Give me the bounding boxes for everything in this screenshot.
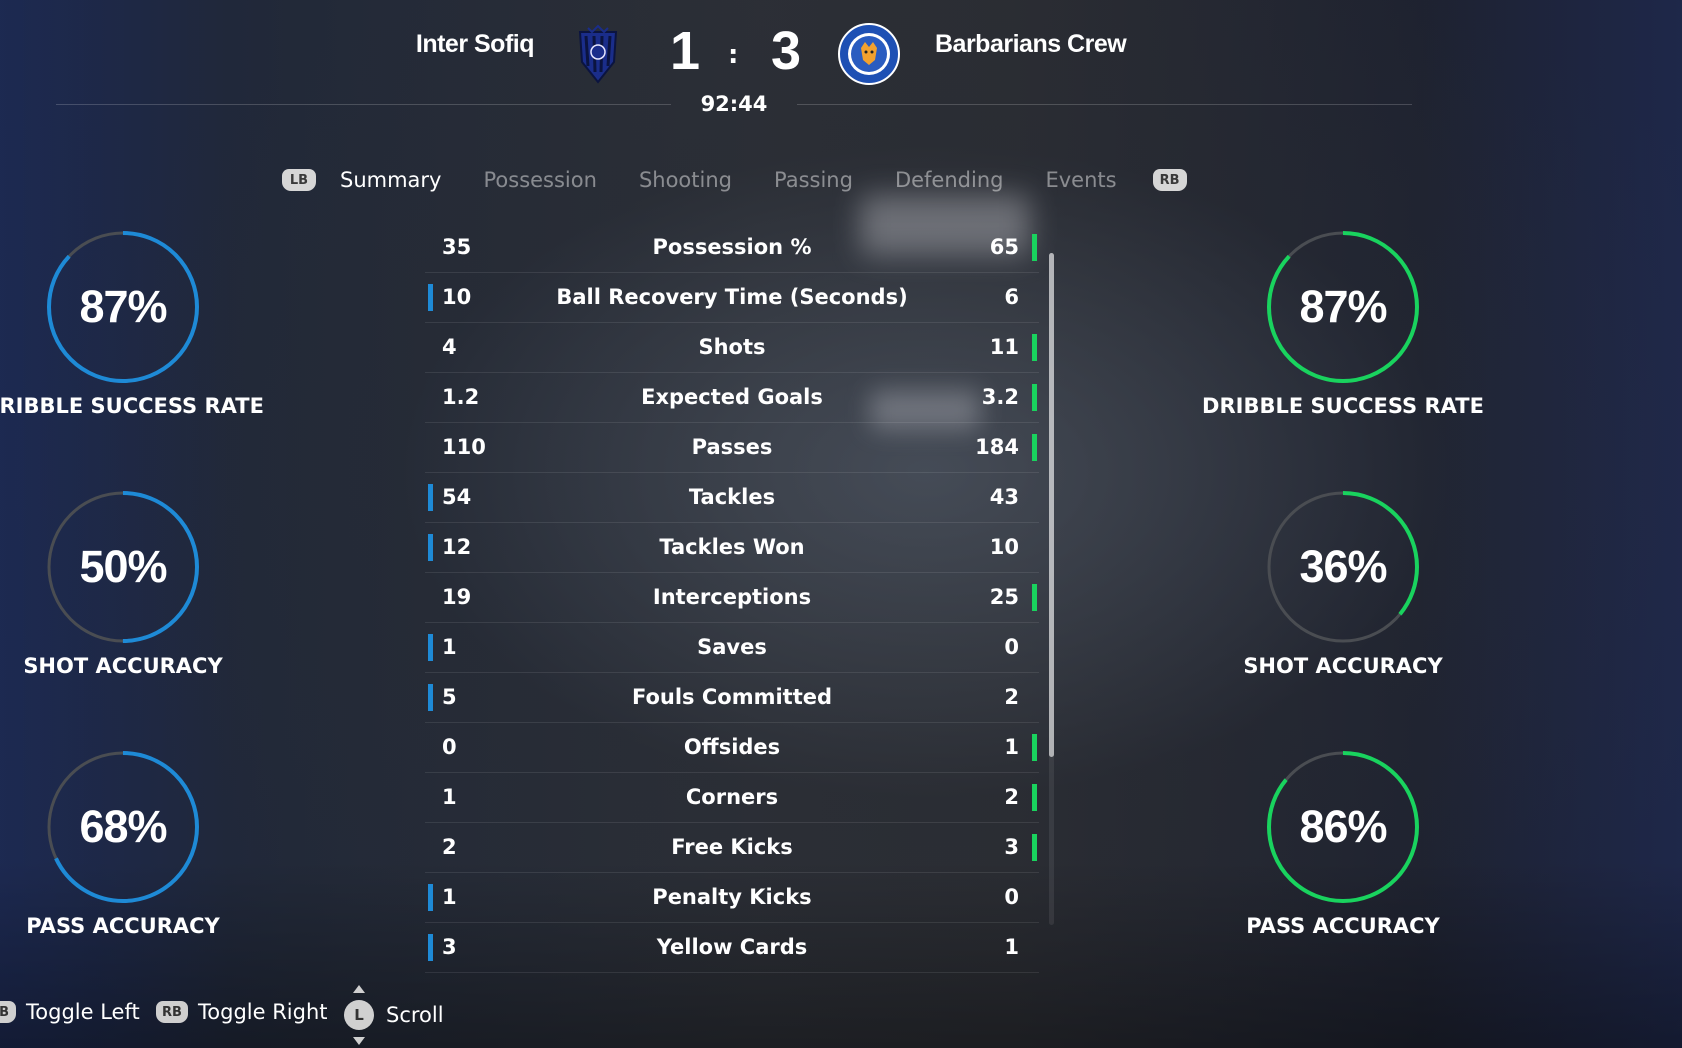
stat-label: Penalty Kicks bbox=[652, 885, 812, 909]
away-gauge: 36% bbox=[1263, 487, 1423, 647]
stat-label: Shots bbox=[698, 335, 766, 359]
home-team-crest-icon bbox=[566, 22, 630, 86]
tab-passing[interactable]: Passing bbox=[774, 168, 853, 192]
tab-shooting[interactable]: Shooting bbox=[639, 168, 732, 192]
away-stat-value: 184 bbox=[975, 435, 1019, 459]
rb-badge-icon: RB bbox=[156, 1001, 188, 1023]
toggle-left-label: Toggle Left bbox=[26, 1000, 140, 1024]
stat-row: 35 Possession % 65 bbox=[425, 223, 1039, 273]
away-score: 3 bbox=[771, 21, 802, 81]
stat-row: 3 Yellow Cards 1 bbox=[425, 923, 1039, 973]
gauge-label: SHOT ACCURACY bbox=[1243, 654, 1443, 678]
home-gauge: 68% bbox=[43, 747, 203, 907]
stat-row: 2 Free Kicks 3 bbox=[425, 823, 1039, 873]
stats-tab-bar: LB Summary Possession Shooting Passing D… bbox=[282, 160, 1187, 200]
match-clock: 92:44 bbox=[700, 92, 768, 116]
tab-summary[interactable]: Summary bbox=[340, 168, 441, 192]
tab-possession[interactable]: Possession bbox=[483, 168, 596, 192]
scroll-hint[interactable]: L Scroll bbox=[344, 985, 444, 1045]
home-score: 1 bbox=[670, 21, 701, 81]
stat-row: 19 Interceptions 25 bbox=[425, 573, 1039, 623]
stat-label: Fouls Committed bbox=[631, 685, 833, 709]
away-stat-value: 65 bbox=[989, 235, 1019, 259]
stat-label: Interceptions bbox=[652, 585, 812, 609]
score-separator: : bbox=[728, 40, 739, 70]
scroll-label: Scroll bbox=[386, 1003, 444, 1027]
rb-button-icon[interactable]: RB bbox=[1152, 169, 1187, 191]
away-stat-value: 25 bbox=[989, 585, 1019, 609]
stat-row: 1.2 Expected Goals 3.2 bbox=[425, 373, 1039, 423]
gauge-label: SHOT ACCURACY bbox=[23, 654, 223, 678]
away-stat-value: 1 bbox=[1004, 735, 1019, 759]
away-stat-value: 3 bbox=[1004, 835, 1019, 859]
toggle-left-hint[interactable]: LB Toggle Left bbox=[0, 1000, 140, 1024]
stat-row: 5 Fouls Committed 2 bbox=[425, 673, 1039, 723]
stat-row: 1 Corners 2 bbox=[425, 773, 1039, 823]
gauge-value: 87% bbox=[1299, 281, 1387, 332]
away-stat-value: 43 bbox=[989, 485, 1019, 509]
stat-label: Ball Recovery Time (Seconds) bbox=[556, 285, 908, 309]
gauge-label: DRIBBLE SUCCESS RATE bbox=[1202, 394, 1484, 418]
gauge-value: 50% bbox=[79, 541, 167, 592]
away-stat-value: 0 bbox=[1004, 885, 1019, 909]
away-team-name: Barbarians Crew bbox=[935, 30, 1127, 58]
stat-row: 4 Shots 11 bbox=[425, 323, 1039, 373]
away-stat-value: 6 bbox=[1004, 285, 1019, 309]
gauge-label: PASS ACCURACY bbox=[1246, 914, 1440, 938]
gauge-value: 87% bbox=[79, 281, 167, 332]
toggle-right-hint[interactable]: RB Toggle Right bbox=[156, 1000, 328, 1024]
stick-up-arrow-icon bbox=[353, 985, 365, 993]
stat-label: Passes bbox=[691, 435, 773, 459]
stat-label: Free Kicks bbox=[671, 835, 793, 859]
gauge-value: 36% bbox=[1299, 541, 1387, 592]
away-stat-value: 11 bbox=[989, 335, 1019, 359]
stat-row: 54 Tackles 43 bbox=[425, 473, 1039, 523]
stat-row: 0 Offsides 1 bbox=[425, 723, 1039, 773]
stat-row: 1 Penalty Kicks 0 bbox=[425, 873, 1039, 923]
left-stick-icon: L bbox=[344, 985, 374, 1045]
stat-label: Tackles Won bbox=[659, 535, 805, 559]
stat-label: Yellow Cards bbox=[656, 935, 808, 959]
away-stat-value: 2 bbox=[1004, 685, 1019, 709]
away-gauge: 86% bbox=[1263, 747, 1423, 907]
home-gauge: 50% bbox=[43, 487, 203, 647]
away-stat-value: 3.2 bbox=[981, 385, 1019, 409]
stat-label: Corners bbox=[685, 785, 779, 809]
tab-events[interactable]: Events bbox=[1045, 168, 1116, 192]
stat-label: Possession % bbox=[652, 235, 812, 259]
background-wall bbox=[1422, 0, 1682, 1048]
away-stat-value: 2 bbox=[1004, 785, 1019, 809]
stat-label: Saves bbox=[697, 635, 767, 659]
stat-row: 12 Tackles Won 10 bbox=[425, 523, 1039, 573]
stat-label: Expected Goals bbox=[641, 385, 823, 409]
stat-label: Tackles bbox=[688, 485, 776, 509]
home-gauge: 87% bbox=[43, 227, 203, 387]
stat-row: 1 Saves 0 bbox=[425, 623, 1039, 673]
away-stat-value: 0 bbox=[1004, 635, 1019, 659]
left-stick-letter: L bbox=[354, 1006, 364, 1024]
gauge-label: DRIBBLE SUCCESS RATE bbox=[0, 394, 264, 418]
tab-defending[interactable]: Defending bbox=[895, 168, 1004, 192]
away-team-crest-icon bbox=[837, 22, 901, 86]
lb-badge-icon: LB bbox=[0, 1001, 16, 1023]
away-stat-value: 1 bbox=[1004, 935, 1019, 959]
gauge-value: 86% bbox=[1299, 801, 1387, 852]
scrollbar-thumb[interactable] bbox=[1049, 253, 1054, 757]
away-gauge: 87% bbox=[1263, 227, 1423, 387]
toggle-right-label: Toggle Right bbox=[198, 1000, 328, 1024]
stick-down-arrow-icon bbox=[353, 1037, 365, 1045]
scoreboard: Inter Sofiq 1 : 3 Barbarians Crew 92:44 bbox=[0, 0, 1682, 130]
lb-button-icon[interactable]: LB bbox=[282, 169, 316, 191]
home-team-name: Inter Sofiq bbox=[415, 30, 535, 58]
away-stat-value: 10 bbox=[989, 535, 1019, 559]
stat-label: Offsides bbox=[683, 735, 781, 759]
gauge-label: PASS ACCURACY bbox=[26, 914, 220, 938]
stat-row: 110 Passes 184 bbox=[425, 423, 1039, 473]
stats-table[interactable]: 35 Possession % 65 10 Ball Recovery Time (Se… bbox=[425, 223, 1039, 973]
gauge-value: 68% bbox=[79, 801, 167, 852]
stat-row: 10 Ball Recovery Time (Seconds) 6 bbox=[425, 273, 1039, 323]
